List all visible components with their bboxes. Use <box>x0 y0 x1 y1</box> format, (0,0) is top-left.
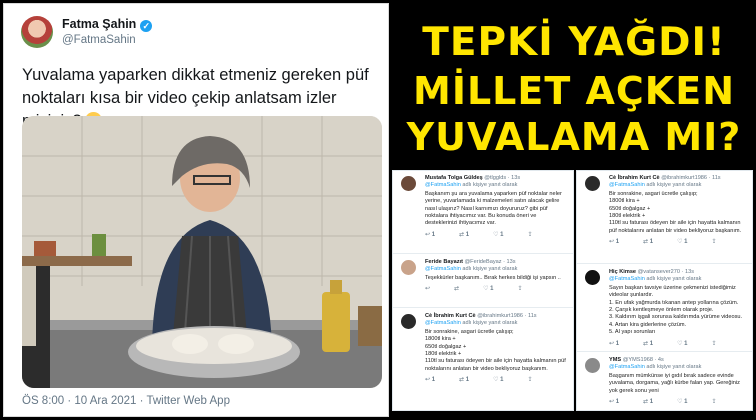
divider <box>577 263 752 264</box>
reply-actions: ↩ 1 ⇄ 1 ♡ 1 ⇪ <box>609 399 746 406</box>
reply-item[interactable]: Cè İbrahim Kurt Cè @ibrahimkurt1986 · 11… <box>577 171 752 247</box>
like-icon[interactable]: ♡ 1 <box>483 286 493 293</box>
headline-line-2: MİLLET AÇKEN <box>413 69 735 113</box>
reply-avatar[interactable] <box>401 260 416 275</box>
retweet-icon[interactable]: ⇄ 1 <box>643 341 653 348</box>
headline-line-3: YUVALAMA MI? <box>406 115 742 159</box>
reply-actions: ↩ 1 ⇄ 1 ♡ 1 ⇪ <box>609 239 746 246</box>
tweet-timestamp[interactable]: ÖS 8:00 · 10 Ara 2021 · Twitter Web App <box>22 395 230 407</box>
like-icon[interactable]: ♡ 1 <box>677 341 687 348</box>
reply-avatar[interactable] <box>401 314 416 329</box>
reply-actions: ↩ 1 ⇄ 1 ♡ 1 ⇪ <box>609 341 746 348</box>
kitchen-photo-illustration <box>22 116 382 388</box>
reply-avatar[interactable] <box>585 176 600 191</box>
tweet-author-avatar[interactable] <box>21 16 53 48</box>
retweet-icon[interactable]: ⇄ 1 <box>643 399 653 406</box>
reply-icon[interactable]: ↩ 1 <box>425 377 435 384</box>
headline-line-1: TEPKİ YAĞDI! <box>422 20 726 65</box>
tweet-author-handle[interactable]: @FatmaSahin <box>62 34 136 46</box>
retweet-icon[interactable]: ⇄ 1 <box>459 377 469 384</box>
reply-icon[interactable]: ↩ 1 <box>609 239 619 246</box>
divider <box>577 351 752 352</box>
reply-avatar[interactable] <box>585 270 600 285</box>
reply-item[interactable]: Mustafa Tolga Güldeş @tlgglds · 13s @Fat… <box>393 171 573 239</box>
divider <box>393 307 573 308</box>
replies-panel-right: Cè İbrahim Kurt Cè @ibrahimkurt1986 · 11… <box>576 170 753 411</box>
reply-icon[interactable]: ↩ 1 <box>609 341 619 348</box>
reply-icon[interactable]: ↩ <box>425 286 430 293</box>
reply-avatar[interactable] <box>585 358 600 373</box>
tweet-author-name[interactable]: Fatma Şahin ✓ <box>62 17 153 32</box>
share-icon[interactable]: ⇪ <box>517 286 522 293</box>
reply-icon[interactable]: ↩ 1 <box>425 232 435 239</box>
verified-badge-icon: ✓ <box>140 20 153 32</box>
reply-avatar[interactable] <box>401 176 416 191</box>
like-icon[interactable]: ♡ 1 <box>493 377 503 384</box>
share-icon[interactable]: ⇪ <box>711 239 716 246</box>
like-icon[interactable]: ♡ 1 <box>677 239 687 246</box>
reply-icon[interactable]: ↩ 1 <box>609 399 619 406</box>
retweet-icon[interactable]: ⇄ 1 <box>643 239 653 246</box>
reply-text: Bir sonrakine, asgari ücretle çalışıp; 1… <box>425 328 566 372</box>
reply-item[interactable]: Hiç Kimse @vatansever270 · 13s @FatmaSah… <box>577 265 752 348</box>
tweet-photo[interactable] <box>22 116 382 388</box>
retweet-icon[interactable]: ⇄ <box>454 286 459 293</box>
reply-text: Sayın başkan tavsiye üzerine çekmenizi i… <box>609 284 743 336</box>
divider <box>393 253 573 254</box>
reply-text: Bir sonrakine, asgari ücretle çalışıp; 1… <box>609 190 742 234</box>
headline-banner: TEPKİ YAĞDI! MİLLET AÇKEN YUVALAMA MI? <box>392 0 756 168</box>
reply-text: Başganım mümkünse iyi gıdıl bırak sadece… <box>609 372 740 394</box>
reply-item[interactable]: YMS @YMS1968 · 4s @FatmaSahin adlı kişiy… <box>577 353 752 406</box>
reply-actions: ↩ 1 ⇄ 1 ♡ 1 ⇪ <box>425 232 567 239</box>
replies-panel-left: Mustafa Tolga Güldeş @tlgglds · 13s @Fat… <box>392 170 574 411</box>
like-icon[interactable]: ♡ 1 <box>493 232 503 239</box>
reply-text: Teşekkürler başkanım.. Bırak herkes bild… <box>425 274 561 281</box>
reply-actions: ↩ ⇄ ♡ 1 ⇪ <box>425 286 567 293</box>
share-icon[interactable]: ⇪ <box>711 341 716 348</box>
tweet-card: Fatma Şahin ✓ @FatmaSahin Yuvalama yapark… <box>3 3 389 417</box>
retweet-icon[interactable]: ⇄ 1 <box>459 232 469 239</box>
reply-text: Başkanım şu ara yuvalama yaparken püf no… <box>425 190 562 227</box>
reply-actions: ↩ 1 ⇄ 1 ♡ 1 ⇪ <box>425 377 567 384</box>
share-icon[interactable]: ⇪ <box>711 399 716 406</box>
like-icon[interactable]: ♡ 1 <box>677 399 687 406</box>
share-icon[interactable]: ⇪ <box>527 377 532 384</box>
reply-item[interactable]: Feride Bayazıt @FerideBayaz · 13s @Fatma… <box>393 255 573 294</box>
reply-item[interactable]: Cè İbrahim Kurt Cè @ibrahimkurt1986 · 11… <box>393 309 573 385</box>
share-icon[interactable]: ⇪ <box>527 232 532 239</box>
